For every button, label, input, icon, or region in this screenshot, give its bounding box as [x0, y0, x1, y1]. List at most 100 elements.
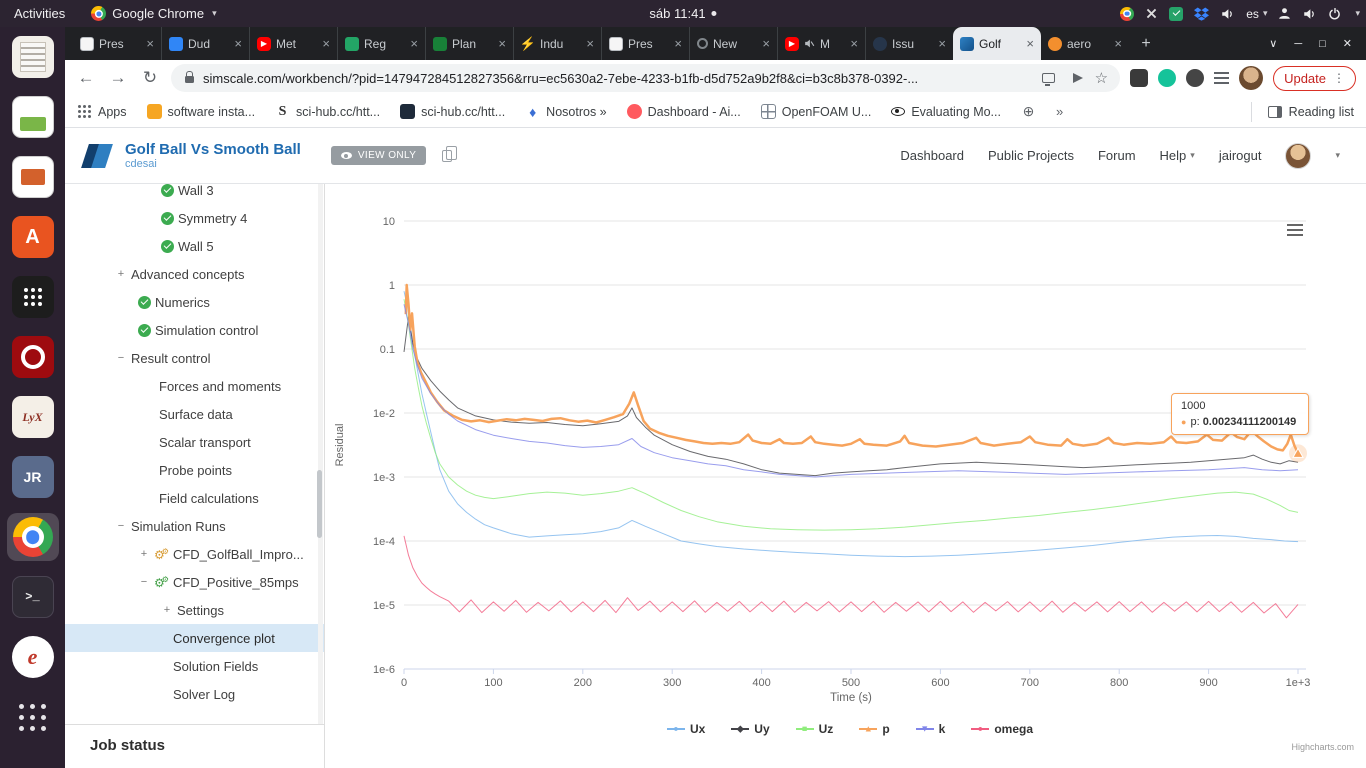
tree-item[interactable]: Wall 3 [65, 184, 324, 204]
tab-close-button[interactable]: × [850, 36, 858, 51]
tree-item[interactable]: + Settings [65, 596, 324, 624]
share-icon[interactable] [1072, 73, 1083, 83]
url-text[interactable]: simscale.com/workbench/?pid=147947284512… [203, 71, 1032, 86]
series-line-p[interactable] [404, 283, 1300, 454]
dock-chrome[interactable] [6, 513, 59, 561]
updates-check-icon[interactable] [1169, 6, 1184, 21]
tab-close-button[interactable]: × [1026, 36, 1034, 51]
profile-avatar[interactable] [1239, 66, 1264, 90]
tab-close-button[interactable]: × [674, 36, 682, 51]
browser-tab[interactable]: New × [689, 27, 777, 60]
tree-item[interactable]: Convergence plot [65, 624, 324, 652]
legend-item-Ux[interactable]: ● Ux [666, 722, 705, 736]
reload-button[interactable]: ↻ [139, 68, 161, 88]
browser-menu-icon[interactable]: ⋮ [1333, 71, 1345, 85]
address-bar[interactable]: simscale.com/workbench/?pid=147947284512… [171, 64, 1121, 92]
tree-item[interactable]: + ⚙⚙ CFD_GolfBall_Impro... [65, 540, 324, 568]
expander-plus-icon[interactable]: + [161, 604, 173, 616]
tweaks-icon[interactable] [1145, 7, 1158, 20]
tree-item[interactable]: Solution Fields [65, 652, 324, 680]
back-button[interactable]: ← [75, 68, 97, 88]
copy-project-icon[interactable] [442, 145, 457, 162]
tree-item[interactable]: + Advanced concepts [65, 260, 324, 288]
tree-item[interactable]: Symmetry 4 [65, 204, 324, 232]
window-minimize-button[interactable]: ─ [1294, 38, 1302, 50]
expander-plus-icon[interactable]: + [115, 268, 127, 280]
chart-context-menu-icon[interactable] [1287, 224, 1303, 236]
send-to-device-icon[interactable] [1041, 73, 1055, 86]
panel-scrollbar[interactable] [317, 184, 323, 724]
tree-item[interactable]: Numerics [65, 288, 324, 316]
series-line-k[interactable] [403, 304, 1299, 478]
browser-tab[interactable]: Golf × [953, 27, 1041, 60]
simscale-logo[interactable] [83, 142, 113, 170]
expander-minus-icon[interactable]: − [115, 520, 127, 532]
volume-icon[interactable] [1220, 7, 1235, 21]
tree-item[interactable]: Solver Log [65, 680, 324, 708]
nav-help[interactable]: Help ▾ [1160, 148, 1195, 163]
bookmark-item[interactable]: ⊕ [1021, 103, 1036, 119]
legend-item-p[interactable]: ▲ p [859, 722, 890, 736]
expander-minus-icon[interactable]: − [115, 352, 127, 364]
series-line-Uz[interactable] [403, 299, 1299, 531]
dock-document-viewer[interactable]: e [7, 633, 59, 681]
tab-close-button[interactable]: × [322, 36, 330, 51]
nav-public-projects[interactable]: Public Projects [988, 148, 1074, 163]
series-line-Uy[interactable] [403, 316, 1299, 477]
caret-down-icon[interactable]: ▾ [1355, 8, 1360, 19]
tab-close-button[interactable]: × [498, 36, 506, 51]
browser-tab[interactable]: Pres × [601, 27, 689, 60]
window-maximize-button[interactable]: □ [1319, 38, 1326, 50]
browser-tab[interactable]: aero × [1041, 27, 1129, 60]
app-menu[interactable]: Google Chrome ▾ [91, 6, 217, 21]
dock-terminal[interactable]: >_ [7, 573, 59, 621]
tab-close-button[interactable]: × [234, 36, 242, 51]
bookmark-item[interactable]: Ssci-hub.cc/htt... [275, 104, 380, 119]
job-status-header[interactable]: Job status [65, 724, 324, 768]
series-line-omega[interactable] [403, 535, 1299, 619]
browser-tab[interactable]: ⚡ Indu × [513, 27, 601, 60]
dock-lyx[interactable]: LyX [7, 393, 59, 441]
dock-ubuntu-software[interactable]: A [7, 213, 59, 261]
expander-plus-icon[interactable]: + [138, 548, 150, 560]
bookmark-item[interactable]: Dashboard - Ai... [626, 104, 741, 119]
tab-close-button[interactable]: × [762, 36, 770, 51]
caret-down-icon[interactable]: ▾ [1335, 150, 1340, 161]
tab-close-button[interactable]: × [938, 36, 946, 51]
power-icon[interactable] [1328, 7, 1342, 21]
project-title[interactable]: Golf Ball Vs Smooth Ball [125, 141, 301, 158]
tree-item[interactable]: − Simulation Runs [65, 512, 324, 540]
scrollbar-thumb[interactable] [317, 470, 322, 538]
user-icon[interactable] [1278, 7, 1291, 20]
dock-libreoffice-calc[interactable] [7, 93, 59, 141]
bookmark-item[interactable]: software insta... [146, 104, 255, 119]
dock-acrobat-reader[interactable] [7, 333, 59, 381]
bookmark-star-icon[interactable]: ☆ [1095, 69, 1108, 87]
clock[interactable]: sáb 11:41 [649, 6, 717, 21]
browser-tab[interactable]: Pres × [73, 27, 161, 60]
tab-close-button[interactable]: × [586, 36, 594, 51]
legend-item-omega[interactable]: ● omega [971, 722, 1033, 736]
extension-icon-3[interactable] [1214, 72, 1230, 84]
tree-item[interactable]: Wall 5 [65, 232, 324, 260]
dock-jabref[interactable]: JR [7, 453, 59, 501]
dock-show-applications[interactable] [7, 693, 59, 741]
bookmark-item[interactable]: Apps [77, 104, 127, 119]
grammarly-extension-icon[interactable] [1158, 69, 1177, 87]
volume-icon[interactable] [1302, 7, 1317, 21]
lock-icon[interactable] [185, 70, 194, 83]
tree-item[interactable]: − ⚙⚙ CFD_Positive_85mps [65, 568, 324, 596]
legend-item-Uz[interactable]: ■ Uz [795, 722, 833, 736]
reading-list-button[interactable]: Reading list [1250, 101, 1354, 122]
browser-tab[interactable]: Plan × [425, 27, 513, 60]
dock-libreoffice-impress[interactable] [7, 153, 59, 201]
tree-item[interactable]: Field calculations [65, 484, 324, 512]
nav-username[interactable]: jairogut [1219, 148, 1262, 163]
bookmarks-overflow-chevron[interactable]: » [1056, 104, 1063, 119]
tree-item[interactable]: Surface data [65, 400, 324, 428]
legend-item-k[interactable]: ▼ k [915, 722, 945, 736]
browser-tab[interactable]: Issu × [865, 27, 953, 60]
tab-close-button[interactable]: × [1114, 36, 1122, 51]
browser-tab[interactable]: ▶ M × [777, 27, 865, 60]
dock-text-editor[interactable] [7, 33, 59, 81]
